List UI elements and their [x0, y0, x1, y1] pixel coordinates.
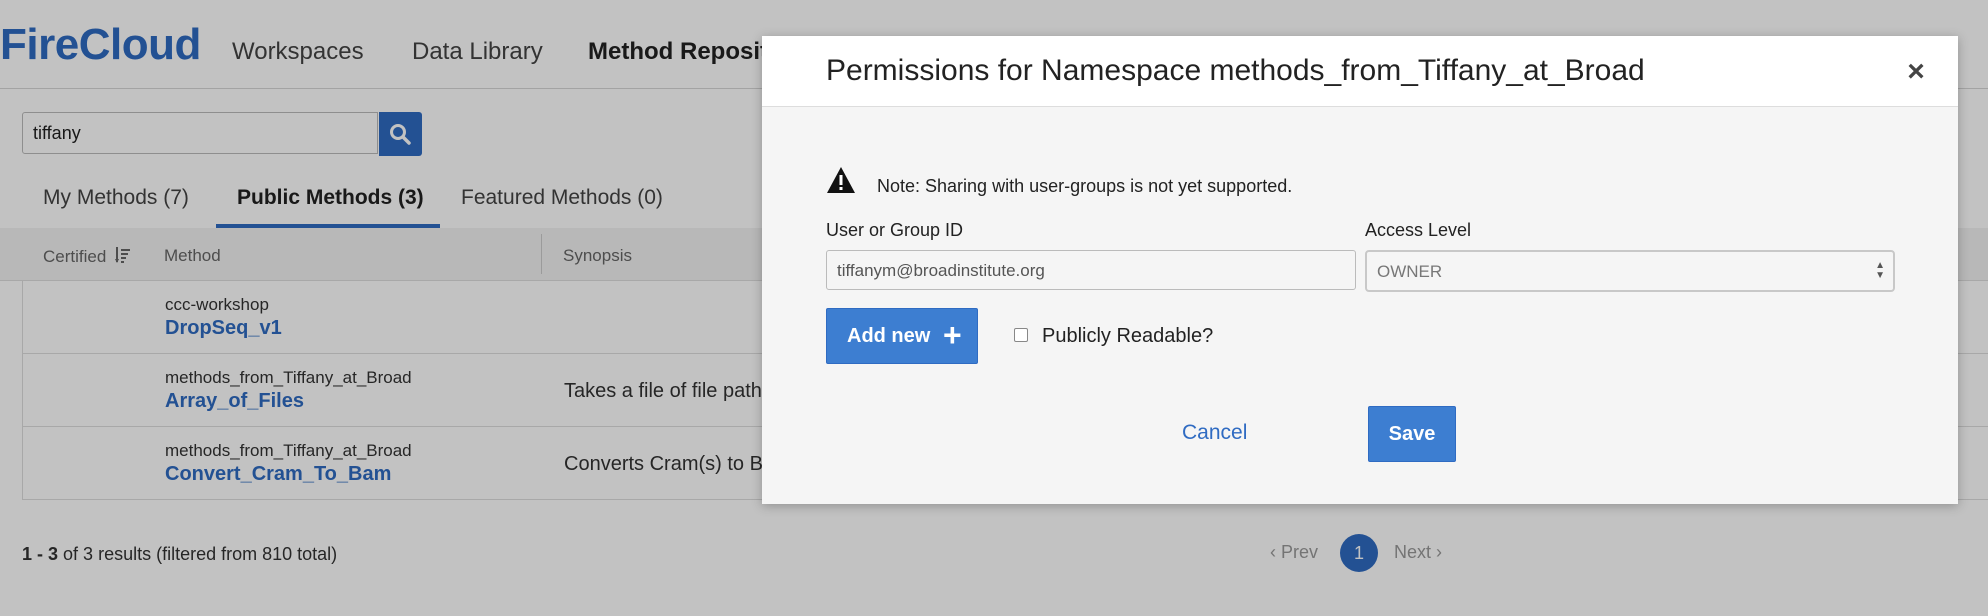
- warning-icon: [827, 167, 855, 193]
- plus-icon: +: [943, 317, 962, 353]
- access-level-label: Access Level: [1365, 220, 1472, 240]
- modal-header: Permissions for Namespace methods_from_T…: [762, 36, 1958, 107]
- add-new-button[interactable]: Add new +: [826, 308, 978, 364]
- close-icon[interactable]: ×: [1904, 57, 1928, 87]
- add-new-label: Add new: [847, 325, 931, 347]
- user-id-label: User or Group ID: [826, 220, 964, 240]
- modal-title: Permissions for Namespace methods_from_T…: [826, 54, 1645, 87]
- save-button[interactable]: Save: [1368, 406, 1456, 462]
- publicly-readable-checkbox[interactable]: [1014, 328, 1028, 342]
- sharing-note: Note: Sharing with user-groups is not ye…: [877, 176, 1293, 196]
- user-id-field[interactable]: tiffanym@broadinstitute.org: [826, 250, 1356, 290]
- permissions-modal: Permissions for Namespace methods_from_T…: [762, 36, 1958, 504]
- access-level-select[interactable]: OWNER ▲ ▼: [1365, 250, 1895, 292]
- access-level-value: OWNER: [1377, 262, 1443, 281]
- cancel-button[interactable]: Cancel: [1182, 421, 1247, 445]
- publicly-readable-label[interactable]: Publicly Readable?: [1042, 325, 1213, 348]
- select-arrows-icon: ▲ ▼: [1875, 260, 1885, 281]
